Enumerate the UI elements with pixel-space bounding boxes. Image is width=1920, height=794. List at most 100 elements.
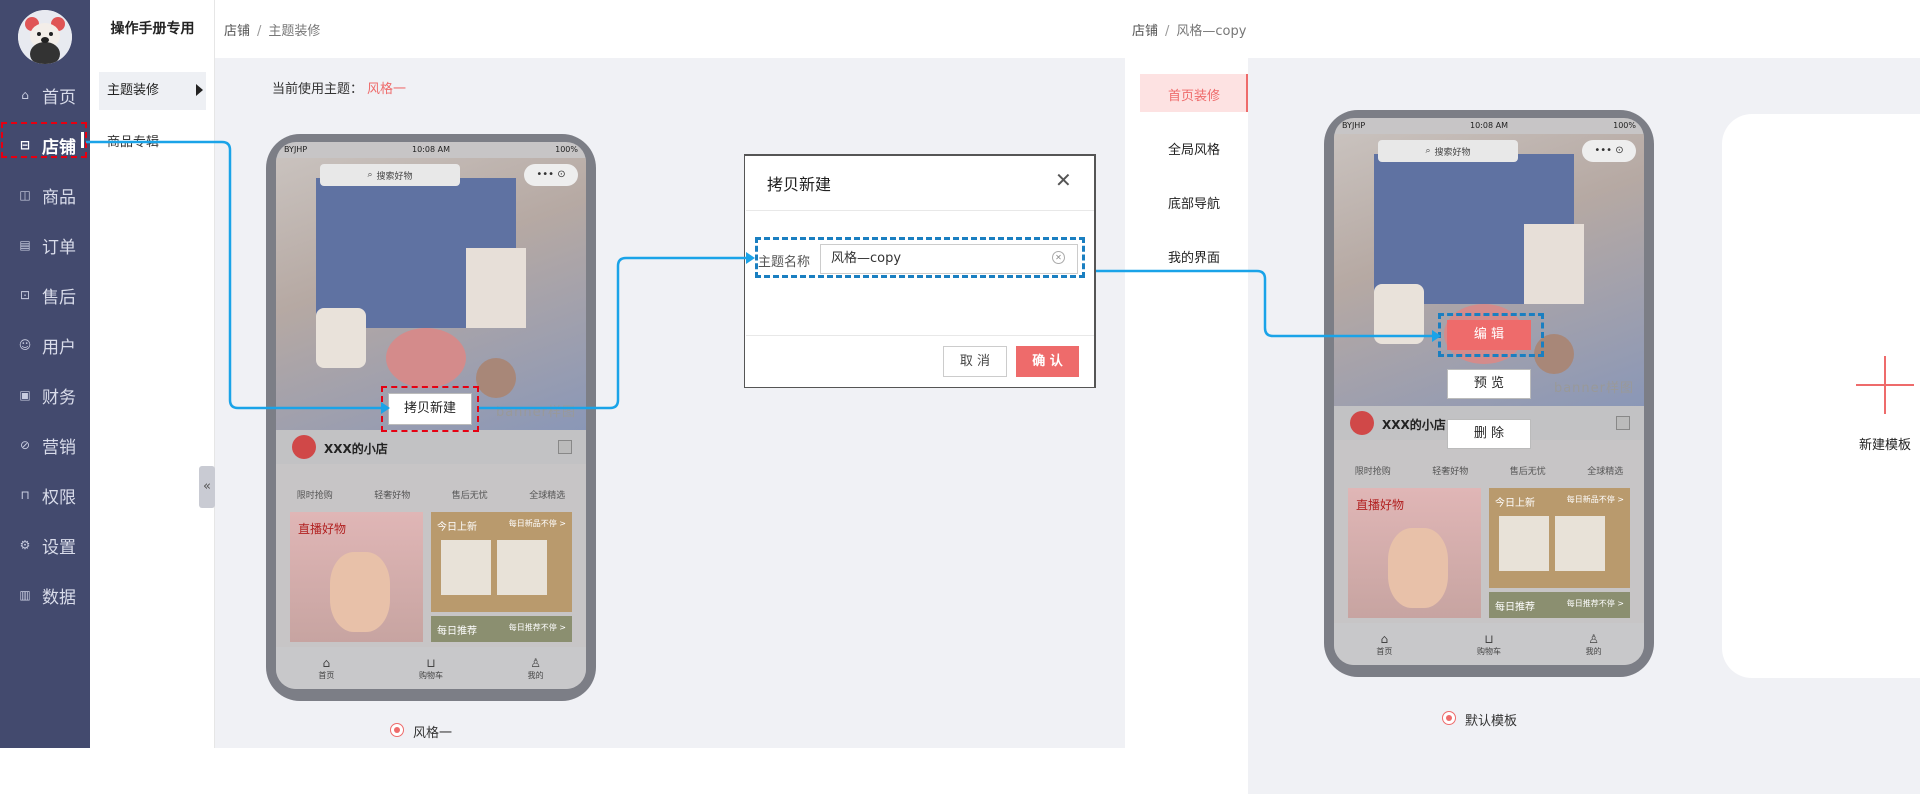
clock: 10:08 AM [1470,121,1508,130]
wallet-icon: ▣ [19,388,31,402]
sidebar-item-label: 订单 [42,237,76,258]
tab-bottom-nav[interactable]: 底部导航 [1140,193,1248,212]
image-icon [1616,416,1630,430]
card-recommend[interactable]: 每日推荐 每日推荐不停 > [1489,592,1630,618]
tab-cart[interactable]: ⊔ 购物车 [419,656,443,681]
card-new[interactable]: 今日上新 每日新品不停 > [431,512,572,612]
shop-name: XXX的小店 [324,442,388,456]
shop-bar: XXX的小店 [276,430,586,464]
search-placeholder: 搜索好物 [1434,147,1471,158]
sidebar-item-finance[interactable]: ▣ 财务 [0,370,90,420]
theme-radio-label: 风格一 [413,726,453,741]
tab-home[interactable]: ⌂ 首页 [318,656,334,681]
tag-item: 轻奢好物 [374,491,411,501]
tab-home-decoration[interactable]: 首页装修 [1140,85,1248,104]
confirm-button[interactable]: 确 认 [1016,346,1079,377]
copy-button-highlight-box [381,386,479,432]
image-icon [558,440,572,454]
breadcrumb-root[interactable]: 店铺 [1132,24,1158,39]
sidebar-item-label: 售后 [42,287,76,308]
breadcrumb-current: 主题装修 [268,24,321,39]
status-bar: BYJHP 10:08 AM 100% [1334,118,1644,134]
current-theme-info: 当前使用主题： 风格一 [272,78,406,97]
tag-item: 全球精选 [529,491,566,501]
cart-icon: ⊔ [1484,631,1494,646]
theme-radio[interactable] [390,723,404,737]
divider [746,335,1094,336]
collapse-sidebar-button[interactable]: « [199,466,215,508]
subnav-item-theme[interactable]: 主题装修 [99,72,206,110]
sidebar-item-goods[interactable]: ◫ 商品 [0,170,90,220]
logo [18,10,72,64]
card-live[interactable]: 直播好物 [1348,488,1481,618]
tab-home[interactable]: ⌂ 首页 [1376,632,1392,657]
store-highlight-box [1,122,87,158]
battery: 100% [555,145,578,154]
sidebar-item-orders[interactable]: ▤ 订单 [0,220,90,270]
card-new-title: 今日上新 [437,522,477,533]
caret-right-icon [196,84,203,96]
theme-name-highlight-box [755,237,1085,278]
card-new-title: 今日上新 [1495,498,1535,509]
lock-icon: ⊓ [20,488,30,502]
edit-button-highlight-box [1438,313,1544,357]
tag-item: 限时抢购 [296,491,333,501]
tab-me[interactable]: ♙ 我的 [1586,632,1602,657]
template-radio[interactable] [1442,711,1456,725]
tutorial-canvas: ⌂ 首页 ⊟ 店铺 ◫ 商品 ▤ 订单 ⊡ 售后 ☺ 用户 ▣ 财务 ⊘ 营销 … [0,0,1920,794]
phone-tabbar: ⌂ 首页 ⊔ 购物车 ♙ 我的 [1334,623,1644,665]
tab-cart[interactable]: ⊔ 购物车 [1477,632,1501,657]
card-new[interactable]: 今日上新 每日新品不停 > [1489,488,1630,588]
sidebar-item-label: 财务 [42,387,76,408]
dialog-title: 拷贝新建 [767,175,832,194]
tag-item: 轻奢好物 [1432,467,1469,477]
shop-name: XXX的小店 [1382,418,1446,432]
tag-item: 全球精选 [1587,467,1624,477]
capsule-menu[interactable]: ••• ⊙ [524,164,578,186]
capsule-menu[interactable]: ••• ⊙ [1582,140,1636,162]
sidebar-item-label: 营销 [42,437,76,458]
cancel-button[interactable]: 取 消 [943,346,1007,377]
tab-label: 购物车 [418,670,443,680]
card-new-sub: 每日新品不停 > [508,519,566,528]
tab-my-page[interactable]: 我的界面 [1140,247,1248,266]
sidebar-item-settings[interactable]: ⚙ 设置 [0,520,90,570]
sidebar-item-label: 数据 [42,587,76,608]
sidebar-item-label: 首页 [42,87,76,108]
search-placeholder: 搜索好物 [376,171,413,182]
close-icon[interactable]: ✕ [1055,168,1072,192]
tab-label: 首页 [318,670,335,680]
search-bar[interactable]: ⌕ 搜索好物 [1378,140,1518,162]
current-theme-value: 风格一 [367,82,407,97]
tag-item: 限时抢购 [1354,467,1391,477]
new-template-card[interactable] [1722,114,1920,678]
sidebar-item-permissions[interactable]: ⊓ 权限 [0,470,90,520]
preview-button[interactable]: 预 览 [1447,369,1531,399]
home-icon: ⌂ [322,655,331,670]
home-icon: ⌂ [21,88,29,102]
tag-item: 售后无忧 [451,491,488,501]
tab-global-style[interactable]: 全局风格 [1140,139,1248,158]
tab-label: 购物车 [1476,646,1501,656]
breadcrumb-current: 风格—copy [1176,24,1247,39]
sidebar-item-home[interactable]: ⌂ 首页 [0,70,90,120]
tab-me[interactable]: ♙ 我的 [528,656,544,681]
sidebar-item-data[interactable]: ▥ 数据 [0,570,90,620]
tag-item: 售后无忧 [1509,467,1546,477]
card-recommend[interactable]: 每日推荐 每日推荐不停 > [431,616,572,642]
tab-label: 首页 [1376,646,1393,656]
user-icon: ☺ [18,338,32,352]
breadcrumb-separator: / [1165,24,1170,39]
phone-tabbar: ⌂ 首页 ⊔ 购物车 ♙ 我的 [276,647,586,689]
subnav-item-album[interactable]: 商品专辑 [107,131,159,150]
sidebar-item-marketing[interactable]: ⊘ 营销 [0,420,90,470]
breadcrumb-root[interactable]: 店铺 [224,24,250,39]
sidebar-item-aftersale[interactable]: ⊡ 售后 [0,270,90,320]
sidebar-item-users[interactable]: ☺ 用户 [0,320,90,370]
marketing-icon: ⊘ [19,438,31,452]
bag-icon: ◫ [19,188,31,202]
search-bar[interactable]: ⌕ 搜索好物 [320,164,460,186]
delete-button[interactable]: 删 除 [1447,419,1531,449]
card-live[interactable]: 直播好物 [290,512,423,642]
feature-tags: 限时抢购 轻奢好物 售后无忧 全球精选 [276,488,586,501]
